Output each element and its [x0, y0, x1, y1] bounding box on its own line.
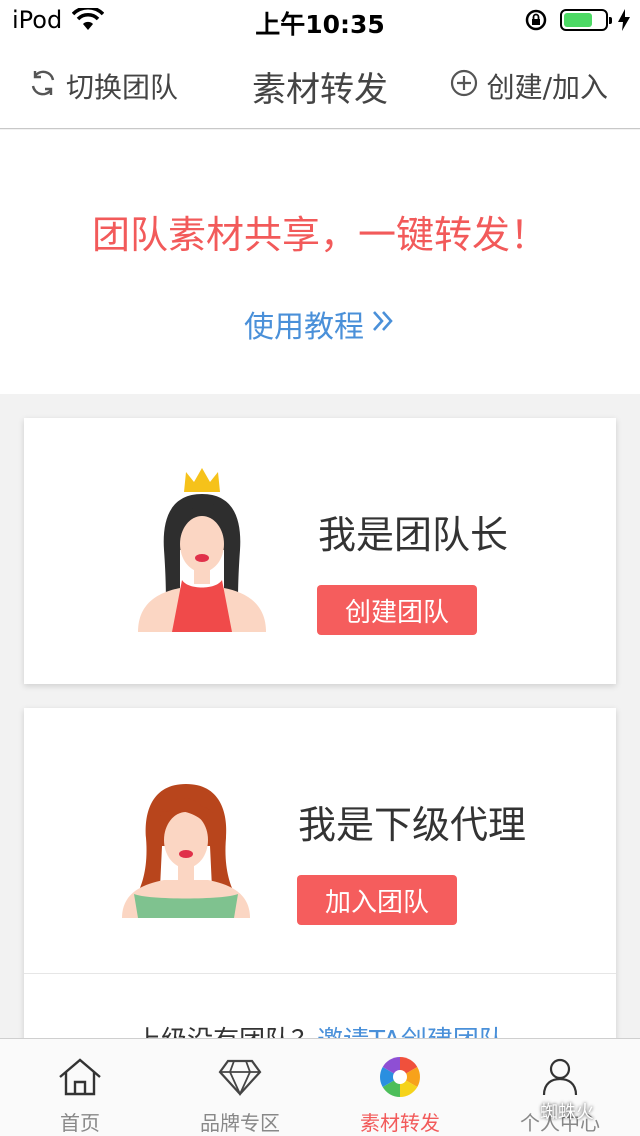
nav-bar: 切换团队 素材转发 创建/加入	[0, 40, 640, 129]
tab-brand-zone-label: 品牌专区	[200, 1111, 280, 1135]
watermark: 蜘蛛火	[540, 1102, 594, 1123]
crowned-woman-avatar	[136, 466, 268, 636]
create-team-button[interactable]: 创建团队	[317, 585, 477, 635]
create-join-label: 创建/加入	[486, 71, 608, 104]
join-team-button[interactable]: 加入团队	[297, 875, 457, 925]
person-icon	[538, 1055, 582, 1099]
agent-title: 我是下级代理	[298, 803, 527, 847]
aperture-icon	[378, 1055, 422, 1099]
tab-home-label: 首页	[60, 1111, 100, 1135]
double-chevron-right-icon	[370, 307, 396, 342]
rotation-lock-icon	[524, 8, 548, 36]
tab-material-forward-label: 素材转发	[360, 1111, 440, 1135]
woman-avatar	[122, 782, 250, 922]
tutorial-link[interactable]: 使用教程	[0, 302, 640, 346]
banner-slogan: 团队素材共享，一键转发！	[91, 213, 548, 257]
home-icon	[58, 1055, 102, 1099]
divider	[24, 973, 616, 974]
tab-brand-zone[interactable]: 品牌专区	[160, 1039, 320, 1136]
tab-home[interactable]: 首页	[0, 1039, 160, 1136]
tab-material-forward[interactable]: 素材转发	[320, 1039, 480, 1136]
diamond-icon	[218, 1055, 262, 1099]
leader-title: 我是团队长	[318, 513, 509, 557]
tutorial-label: 使用教程	[244, 310, 364, 345]
battery-icon	[560, 9, 612, 31]
plus-circle-icon	[449, 68, 479, 105]
create-join-button[interactable]: 创建/加入	[449, 66, 608, 106]
team-leader-card: 我是团队长 创建团队	[24, 418, 616, 684]
charging-icon	[617, 8, 631, 36]
banner: 团队素材共享，一键转发！ 使用教程	[0, 130, 640, 394]
status-bar: iPod 上午10:35	[0, 0, 640, 40]
sub-agent-card: 我是下级代理 加入团队 上级没有团队？邀请TA创建团队	[24, 708, 616, 1056]
